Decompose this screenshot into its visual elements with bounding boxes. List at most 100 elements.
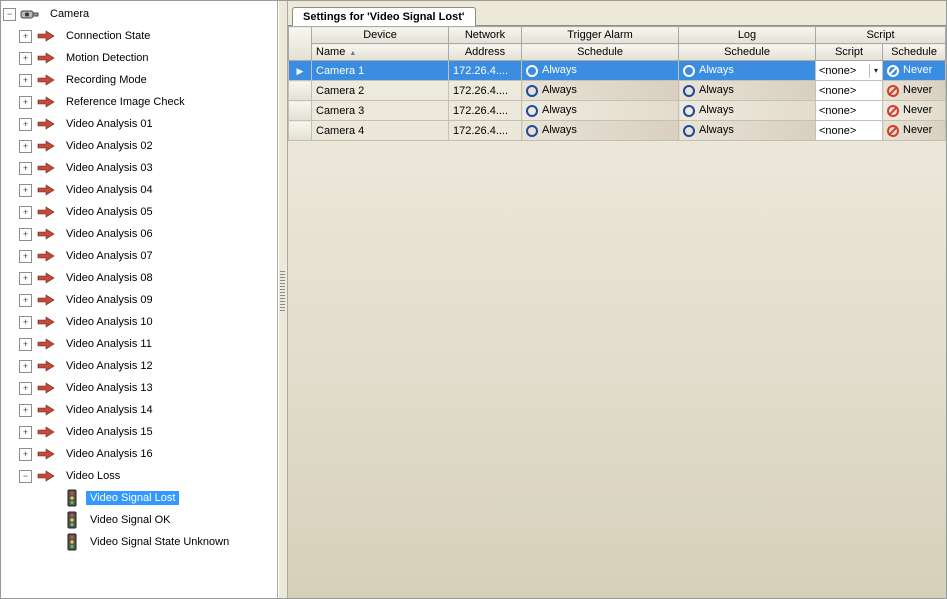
col-log[interactable]: Log	[679, 27, 816, 44]
col-trigger[interactable]: Trigger Alarm	[522, 27, 679, 44]
cell-address[interactable]: 172.26.4....	[449, 81, 522, 101]
tree-item[interactable]: −Video Loss	[1, 465, 277, 487]
tree-item[interactable]: +Video Analysis 08	[1, 267, 277, 289]
tab-settings[interactable]: Settings for 'Video Signal Lost'	[292, 7, 476, 26]
expand-icon[interactable]: +	[19, 118, 32, 131]
tree-item[interactable]: + Video Analysis 13	[1, 377, 277, 399]
table-row[interactable]: Camera 4172.26.4....AlwaysAlways<none>Ne…	[289, 121, 946, 141]
tree-root-camera[interactable]: − Camera	[1, 3, 277, 25]
cell-script-schedule[interactable]: Never	[883, 101, 946, 121]
col-address[interactable]: Address	[449, 44, 522, 61]
tree-item[interactable]: +Video Analysis 07	[1, 245, 277, 267]
table-row[interactable]: Camera 2172.26.4....AlwaysAlways<none>Ne…	[289, 81, 946, 101]
cell-address[interactable]: 172.26.4....	[449, 61, 522, 81]
cell-log-schedule[interactable]: Always	[679, 121, 816, 141]
expand-icon[interactable]: +	[19, 74, 32, 87]
expand-icon[interactable]: +	[19, 360, 32, 373]
tree-item[interactable]: +Motion Detection	[1, 47, 277, 69]
cell-script-schedule[interactable]: Never	[883, 121, 946, 141]
cell-log-schedule[interactable]: Always	[679, 101, 816, 121]
tree-item[interactable]: +Video Analysis 15	[1, 421, 277, 443]
tree-item[interactable]: +Reference Image Check	[1, 91, 277, 113]
col-network[interactable]: Network	[449, 27, 522, 44]
expand-icon[interactable]: +	[19, 448, 32, 461]
expand-icon[interactable]: +	[19, 228, 32, 241]
tree-item[interactable]: +Video Analysis 09	[1, 289, 277, 311]
tree-item[interactable]: +Recording Mode	[1, 69, 277, 91]
cell-name[interactable]: Camera 1	[312, 61, 449, 81]
col-log-schedule[interactable]: Schedule	[679, 44, 816, 61]
cell-name[interactable]: Camera 4	[312, 121, 449, 141]
splitter[interactable]	[278, 1, 288, 598]
expand-icon[interactable]: +	[19, 316, 32, 329]
current-row-icon: ▶	[297, 66, 304, 76]
expand-icon[interactable]: +	[19, 52, 32, 65]
tree-item[interactable]: +Video Analysis 01	[1, 113, 277, 135]
col-script[interactable]: Script	[816, 27, 946, 44]
expand-icon[interactable]: +	[19, 162, 32, 175]
settings-grid[interactable]: Device Network Trigger Alarm Log Script …	[288, 26, 946, 598]
tree-child-item[interactable]: Video Signal OK	[1, 509, 277, 531]
cell-trigger-schedule[interactable]: Always	[522, 121, 679, 141]
cell-trigger-schedule[interactable]: Always	[522, 61, 679, 81]
expand-icon[interactable]: −	[19, 470, 32, 483]
expand-icon[interactable]: +	[19, 426, 32, 439]
row-indicator: ▶	[289, 61, 312, 81]
expand-icon[interactable]: +	[19, 250, 32, 263]
tree-item[interactable]: +Video Analysis 03	[1, 157, 277, 179]
tree-child-item[interactable]: Video Signal State Unknown	[1, 531, 277, 553]
tree-item[interactable]: +Video Analysis 04	[1, 179, 277, 201]
expand-icon[interactable]: +	[19, 382, 32, 395]
cell-name[interactable]: Camera 2	[312, 81, 449, 101]
col-name[interactable]: Name▲	[312, 44, 449, 61]
expand-icon[interactable]: +	[19, 96, 32, 109]
expand-icon[interactable]: +	[19, 338, 32, 351]
expand-icon[interactable]: +	[19, 404, 32, 417]
col-script-name[interactable]: Script	[816, 44, 883, 61]
arrow-icon	[36, 381, 56, 395]
cell-address[interactable]: 172.26.4....	[449, 121, 522, 141]
table-row[interactable]: Camera 3172.26.4....AlwaysAlways<none>Ne…	[289, 101, 946, 121]
tree-item[interactable]: +Video Analysis 11	[1, 333, 277, 355]
tree-item[interactable]: +Video Analysis 06	[1, 223, 277, 245]
cell-log-schedule[interactable]: Always	[679, 61, 816, 81]
tree-item-label: Video Signal OK	[86, 513, 175, 527]
cell-script[interactable]: <none>	[816, 101, 883, 121]
cell-name[interactable]: Camera 3	[312, 101, 449, 121]
cell-log-schedule[interactable]: Always	[679, 81, 816, 101]
expand-icon[interactable]: +	[19, 30, 32, 43]
arrow-icon	[36, 73, 56, 87]
cell-script[interactable]: <none>	[816, 121, 883, 141]
col-trigger-schedule[interactable]: Schedule	[522, 44, 679, 61]
cell-trigger-schedule[interactable]: Always	[522, 81, 679, 101]
tree-item[interactable]: +Video Analysis 16	[1, 443, 277, 465]
table-row[interactable]: ▶Camera 1172.26.4....AlwaysAlways<none>▾…	[289, 61, 946, 81]
tree-child-item[interactable]: Video Signal Lost	[1, 487, 277, 509]
tree-item[interactable]: + Video Analysis 10	[1, 311, 277, 333]
cell-script-schedule[interactable]: Never	[883, 61, 946, 81]
dropdown-icon[interactable]: ▾	[869, 64, 882, 78]
cell-address[interactable]: 172.26.4....	[449, 101, 522, 121]
expand-icon[interactable]: +	[19, 294, 32, 307]
tree-item-label: Video Signal State Unknown	[86, 535, 233, 549]
cell-script[interactable]: <none>▾	[816, 61, 883, 81]
col-device[interactable]: Device	[312, 27, 449, 44]
tree-item[interactable]: +Connection State	[1, 25, 277, 47]
tree-item[interactable]: +Video Analysis 05	[1, 201, 277, 223]
col-script-schedule[interactable]: Schedule	[883, 44, 946, 61]
expand-icon[interactable]: +	[19, 206, 32, 219]
tree-item-label: Video Analysis 12	[62, 359, 157, 373]
tree-item[interactable]: + Video Analysis 12	[1, 355, 277, 377]
expand-icon[interactable]: +	[19, 184, 32, 197]
cell-trigger-schedule[interactable]: Always	[522, 101, 679, 121]
collapse-icon[interactable]: −	[3, 8, 16, 21]
tree-item[interactable]: +Video Analysis 14	[1, 399, 277, 421]
cell-script[interactable]: <none>	[816, 81, 883, 101]
cell-script-schedule[interactable]: Never	[883, 81, 946, 101]
tree-item[interactable]: +Video Analysis 02	[1, 135, 277, 157]
tree-item-label: Video Analysis 10	[62, 315, 157, 329]
expand-icon[interactable]: +	[19, 272, 32, 285]
expand-icon[interactable]: +	[19, 140, 32, 153]
tree-item-label: Video Analysis 13	[62, 381, 157, 395]
tree-panel[interactable]: − Camera +Connection State+Motion Detect…	[1, 1, 278, 598]
